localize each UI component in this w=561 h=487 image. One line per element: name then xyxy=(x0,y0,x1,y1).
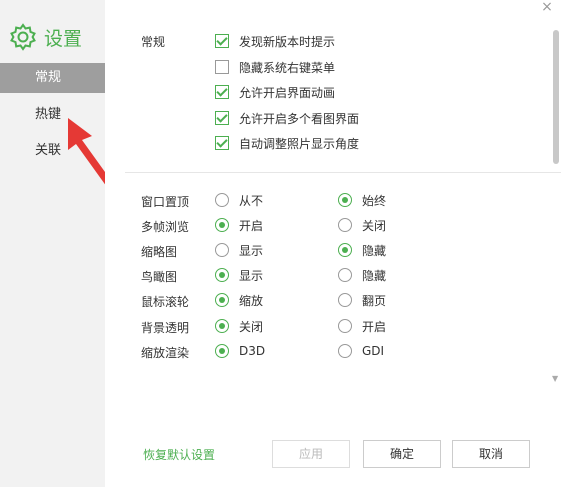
option-label: 鼠标滚轮 xyxy=(141,295,190,309)
option-row-always-on-top: 窗口置顶 从不 始终 xyxy=(141,190,541,210)
radio-button[interactable] xyxy=(338,344,352,358)
close-icon: × xyxy=(541,0,553,15)
radio-button[interactable] xyxy=(215,193,229,207)
checkbox-box[interactable] xyxy=(215,111,229,125)
radio-label: 关闭 xyxy=(239,319,264,334)
scroll-down-arrow-icon[interactable]: ▼ xyxy=(552,374,558,383)
gear-icon xyxy=(10,23,36,51)
option-label: 鸟瞰图 xyxy=(141,270,178,284)
radio-option[interactable]: 关闭 xyxy=(215,316,263,336)
radio-label: 开启 xyxy=(239,218,264,233)
scrollbar[interactable]: ▼ xyxy=(552,30,559,390)
radio-label: 显示 xyxy=(239,268,264,283)
radio-label: 隐藏 xyxy=(362,243,387,258)
radio-label: 翻页 xyxy=(362,293,387,308)
sidebar-item-general[interactable]: 常规 xyxy=(0,63,105,93)
radio-label: 开启 xyxy=(362,319,387,334)
checkbox-box[interactable] xyxy=(215,34,229,48)
radio-label: D3D xyxy=(239,344,266,358)
checkbox-box[interactable] xyxy=(215,85,229,99)
radio-button[interactable] xyxy=(338,243,352,257)
radio-label: 隐藏 xyxy=(362,268,387,283)
settings-panel: × 常规 发现新版本时提示 隐藏系统右键菜单 允许开启界面动画 允许开启多个看图… xyxy=(105,0,561,487)
option-label: 缩略图 xyxy=(141,245,178,259)
option-label: 背景透明 xyxy=(141,321,190,335)
cancel-button[interactable]: 取消 xyxy=(452,440,530,468)
radio-button[interactable] xyxy=(338,193,352,207)
radio-option[interactable]: 隐藏 xyxy=(338,240,386,260)
option-label: 缩放渲染 xyxy=(141,346,190,360)
checkbox-label: 允许开启界面动画 xyxy=(239,85,336,100)
radio-button[interactable] xyxy=(338,293,352,307)
radio-button[interactable] xyxy=(215,319,229,333)
settings-title: 设置 xyxy=(44,27,83,50)
ok-button[interactable]: 确定 xyxy=(363,440,441,468)
checkbox-box[interactable] xyxy=(215,60,229,74)
option-row-multiframe: 多帧浏览 开启 关闭 xyxy=(141,215,541,235)
radio-button[interactable] xyxy=(215,218,229,232)
radio-option[interactable]: 关闭 xyxy=(338,215,386,235)
radio-label: 从不 xyxy=(239,193,264,208)
checkbox-update-notify[interactable]: 发现新版本时提示 xyxy=(215,31,335,51)
option-row-thumbnails: 缩略图 显示 隐藏 xyxy=(141,240,541,260)
checkbox-label: 允许开启多个看图界面 xyxy=(239,111,360,126)
scrollbar-thumb[interactable] xyxy=(553,30,559,164)
checkbox-label: 自动调整照片显示角度 xyxy=(239,136,360,151)
radio-option[interactable]: GDI xyxy=(338,341,384,361)
radio-option[interactable]: 隐藏 xyxy=(338,265,386,285)
radio-button[interactable] xyxy=(215,268,229,282)
sidebar-item-label: 热键 xyxy=(35,107,62,122)
radio-option[interactable]: 显示 xyxy=(215,240,263,260)
option-row-zoom-render: 缩放渲染 D3D GDI xyxy=(141,341,541,361)
checkbox-auto-rotate[interactable]: 自动调整照片显示角度 xyxy=(215,133,359,153)
option-label: 多帧浏览 xyxy=(141,220,190,234)
option-row-birds-eye: 鸟瞰图 显示 隐藏 xyxy=(141,265,541,285)
radio-option[interactable]: 开启 xyxy=(338,316,386,336)
checkbox-hide-context-menu[interactable]: 隐藏系统右键菜单 xyxy=(215,57,335,77)
radio-option[interactable]: 显示 xyxy=(215,265,263,285)
checkbox-ui-animation[interactable]: 允许开启界面动画 xyxy=(215,82,335,102)
radio-option[interactable]: 始终 xyxy=(338,190,386,210)
option-row-background-transparency: 背景透明 关闭 开启 xyxy=(141,316,541,336)
checkbox-label: 发现新版本时提示 xyxy=(239,34,336,49)
radio-button[interactable] xyxy=(215,344,229,358)
option-label: 窗口置顶 xyxy=(141,195,190,209)
sidebar: 设置 常规 热键 关联 xyxy=(0,0,105,487)
checkbox-box[interactable] xyxy=(215,136,229,150)
radio-option[interactable]: 缩放 xyxy=(215,290,263,310)
radio-label: GDI xyxy=(362,344,385,358)
radio-option[interactable]: 从不 xyxy=(215,190,263,210)
radio-button[interactable] xyxy=(215,243,229,257)
radio-label: 始终 xyxy=(362,193,387,208)
radio-button[interactable] xyxy=(338,218,352,232)
radio-button[interactable] xyxy=(338,319,352,333)
restore-defaults-link[interactable]: 恢复默认设置 xyxy=(143,446,215,463)
radio-label: 缩放 xyxy=(239,293,264,308)
radio-option[interactable]: 翻页 xyxy=(338,290,386,310)
divider xyxy=(125,172,561,173)
radio-button[interactable] xyxy=(215,293,229,307)
close-button[interactable]: × xyxy=(539,0,555,16)
radio-button[interactable] xyxy=(338,268,352,282)
sidebar-item-association[interactable]: 关联 xyxy=(0,136,105,166)
radio-label: 显示 xyxy=(239,243,264,258)
checkbox-multiple-viewers[interactable]: 允许开启多个看图界面 xyxy=(215,108,359,128)
sidebar-header: 设置 xyxy=(8,20,82,54)
checkbox-label: 隐藏系统右键菜单 xyxy=(239,60,336,75)
sidebar-item-label: 关联 xyxy=(35,143,62,158)
radio-label: 关闭 xyxy=(362,218,387,233)
option-row-mouse-wheel: 鼠标滚轮 缩放 翻页 xyxy=(141,290,541,310)
apply-button[interactable]: 应用 xyxy=(272,440,350,468)
sidebar-item-label: 常规 xyxy=(35,70,62,85)
radio-option[interactable]: D3D xyxy=(215,341,265,361)
radio-option[interactable]: 开启 xyxy=(215,215,263,235)
sidebar-item-hotkeys[interactable]: 热键 xyxy=(0,100,105,130)
section-label-general: 常规 xyxy=(141,35,166,49)
